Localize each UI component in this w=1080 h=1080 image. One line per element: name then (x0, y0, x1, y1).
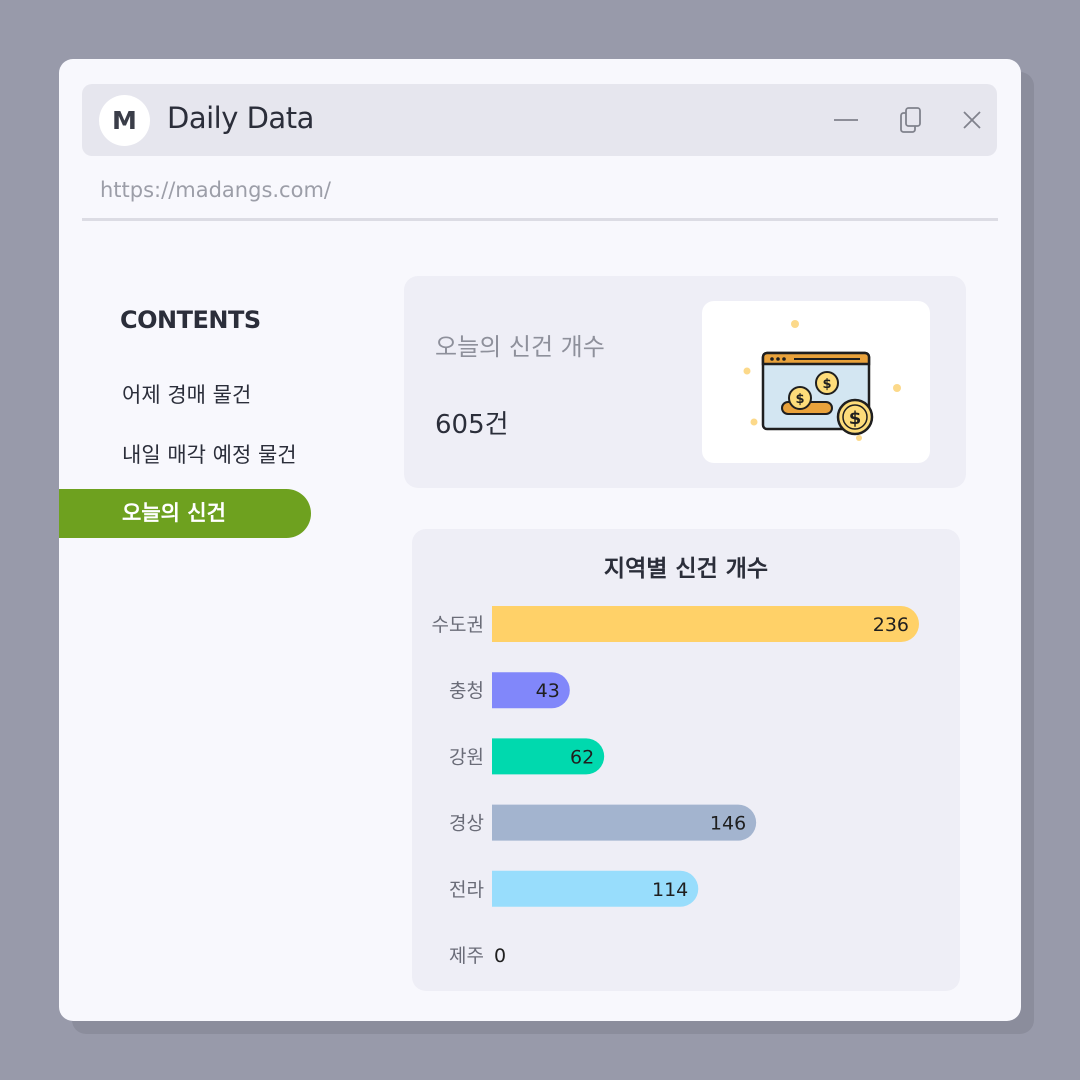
url-text[interactable]: https://madangs.com/ (100, 178, 331, 202)
copy-button[interactable] (893, 102, 929, 138)
svg-text:$: $ (849, 408, 862, 429)
close-icon (963, 111, 981, 129)
title-bar[interactable]: M Daily Data (82, 84, 997, 156)
sidebar-item-tomorrow-sale[interactable]: 내일 매각 예정 물건 (59, 431, 311, 480)
category-label: 제주 (449, 945, 484, 967)
minimize-button[interactable] (828, 102, 864, 138)
sidebar-item-label: 내일 매각 예정 물건 (122, 443, 297, 467)
bar-value-label: 236 (873, 614, 909, 636)
sidebar-heading: CONTENTS (120, 306, 261, 334)
bar-value-label: 62 (570, 746, 594, 768)
sidebar-item-label: 어제 경매 물건 (122, 383, 252, 407)
bar[interactable] (492, 606, 919, 642)
category-label: 강원 (449, 746, 484, 768)
browser-coins-icon: $ $ $ (743, 320, 901, 441)
category-label: 전라 (449, 879, 484, 901)
region-bar-chart: 수도권 236 충청 43 강원 62 경상 146 전라 114 제주 0 (432, 606, 919, 967)
category-label: 경상 (449, 813, 484, 835)
copy-icon (900, 107, 921, 133)
bar-value-label: 0 (494, 945, 506, 967)
today-count-label: 오늘의 신건 개수 (435, 333, 605, 361)
category-label: 충청 (449, 680, 484, 702)
bar-value-label: 114 (652, 879, 688, 901)
region-chart-card: 지역별 신건 개수 수도권 236 충청 43 강원 62 경상 146 전라 114 제주 0 (412, 529, 960, 991)
bar-value-label: 146 (710, 813, 746, 835)
category-label: 수도권 (432, 614, 484, 636)
sidebar-item-today-new[interactable]: 오늘의 신건 (59, 489, 311, 538)
app-logo: M (99, 95, 150, 146)
close-button[interactable] (954, 102, 990, 138)
svg-text:$: $ (822, 377, 831, 392)
bar-value-label: 43 (536, 680, 560, 702)
app-window: M Daily Data https://madangs.com/ CONTEN… (59, 59, 1021, 1021)
app-title: Daily Data (167, 101, 314, 135)
illustration-panel: $ $ $ (702, 301, 930, 463)
today-count-value: 605건 (435, 410, 509, 440)
header-divider (82, 218, 998, 221)
minimize-icon (834, 119, 858, 121)
today-count-card: 오늘의 신건 개수 605건 $ $ $ (404, 276, 966, 488)
svg-text:$: $ (795, 392, 804, 407)
sidebar-item-yesterday-auction[interactable]: 어제 경매 물건 (59, 371, 311, 420)
sidebar-item-label: 오늘의 신건 (122, 501, 226, 525)
